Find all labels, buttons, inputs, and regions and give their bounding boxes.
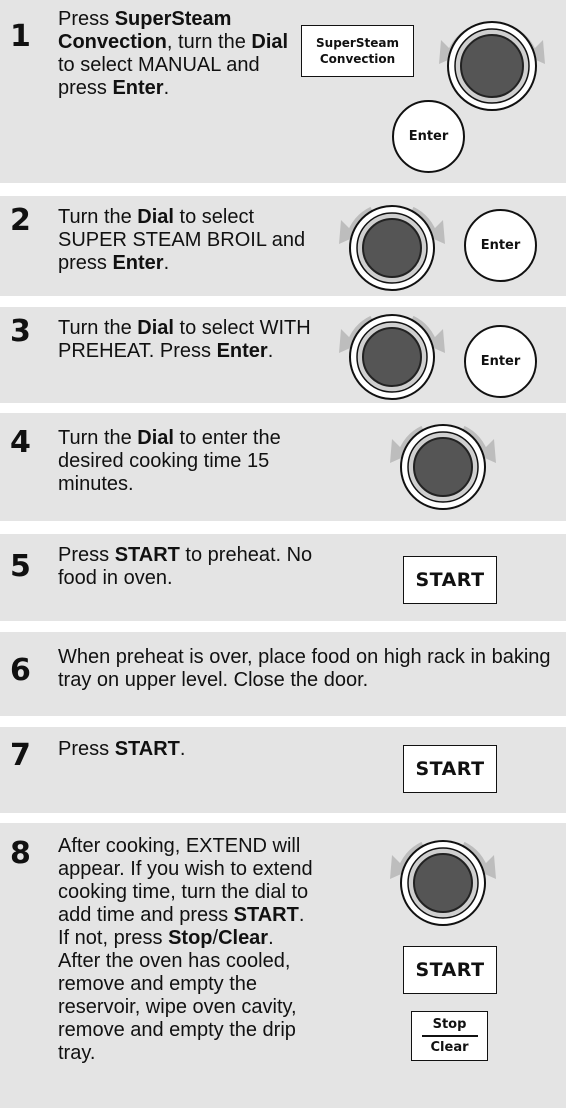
step-text: Turn the Dial to select SUPER STEAM BROI… bbox=[58, 206, 306, 274]
step-6-panel: 6 When preheat is over, place food on hi… bbox=[0, 632, 566, 716]
step-number: 3 bbox=[10, 314, 31, 349]
step-text: Press SuperSteam Convection, turn the Di… bbox=[58, 8, 289, 99]
rotary-dial-icon[interactable] bbox=[378, 415, 508, 515]
step-text: Press START to preheat. No food in oven. bbox=[58, 544, 313, 589]
clear-label: Clear bbox=[430, 1039, 469, 1055]
step-number: 2 bbox=[10, 203, 31, 238]
stop-label: Stop bbox=[432, 1017, 467, 1033]
step-number: 6 bbox=[10, 653, 31, 688]
step-1-panel: 1 Press SuperSteam Convection, turn the … bbox=[0, 0, 566, 183]
step-number: 1 bbox=[10, 19, 31, 54]
step-number: 5 bbox=[10, 549, 31, 584]
rotary-dial-icon[interactable] bbox=[378, 831, 508, 931]
step-7-panel: 7 Press START. START bbox=[0, 727, 566, 813]
enter-button[interactable]: Enter bbox=[464, 325, 537, 398]
rotary-dial-icon[interactable] bbox=[327, 196, 457, 296]
step-3-panel: 3 Turn the Dial to select WITH PREHEAT. … bbox=[0, 307, 566, 403]
step-number: 4 bbox=[10, 425, 31, 460]
step-text: Press START. bbox=[58, 738, 186, 760]
supersteam-convection-button[interactable]: SuperSteam Convection bbox=[301, 25, 414, 77]
step-8-panel: 8 After cooking, EXTEND will appear. If … bbox=[0, 823, 566, 1108]
start-button[interactable]: START bbox=[403, 556, 497, 604]
step-4-panel: 4 Turn the Dial to enter the desired coo… bbox=[0, 413, 566, 521]
step-text: Turn the Dial to select WITH PREHEAT. Pr… bbox=[58, 317, 311, 362]
step-text: After cooking, EXTEND will appear. If yo… bbox=[58, 835, 313, 1064]
divider bbox=[421, 1035, 478, 1037]
step-text: When preheat is over, place food on high… bbox=[58, 646, 551, 691]
enter-button[interactable]: Enter bbox=[392, 100, 465, 173]
rotary-dial-icon[interactable] bbox=[327, 305, 457, 405]
step-number: 8 bbox=[10, 836, 31, 871]
instruction-page: 1 Press SuperSteam Convection, turn the … bbox=[0, 0, 566, 1108]
enter-button[interactable]: Enter bbox=[464, 209, 537, 282]
step-5-panel: 5 Press START to preheat. No food in ove… bbox=[0, 534, 566, 621]
step-number: 7 bbox=[10, 738, 31, 773]
step-text: Turn the Dial to enter the desired cooki… bbox=[58, 427, 281, 495]
step-2-panel: 2 Turn the Dial to select SUPER STEAM BR… bbox=[0, 196, 566, 296]
start-button[interactable]: START bbox=[403, 946, 497, 994]
stop-clear-button[interactable]: Stop Clear bbox=[411, 1011, 488, 1061]
start-button[interactable]: START bbox=[403, 745, 497, 793]
